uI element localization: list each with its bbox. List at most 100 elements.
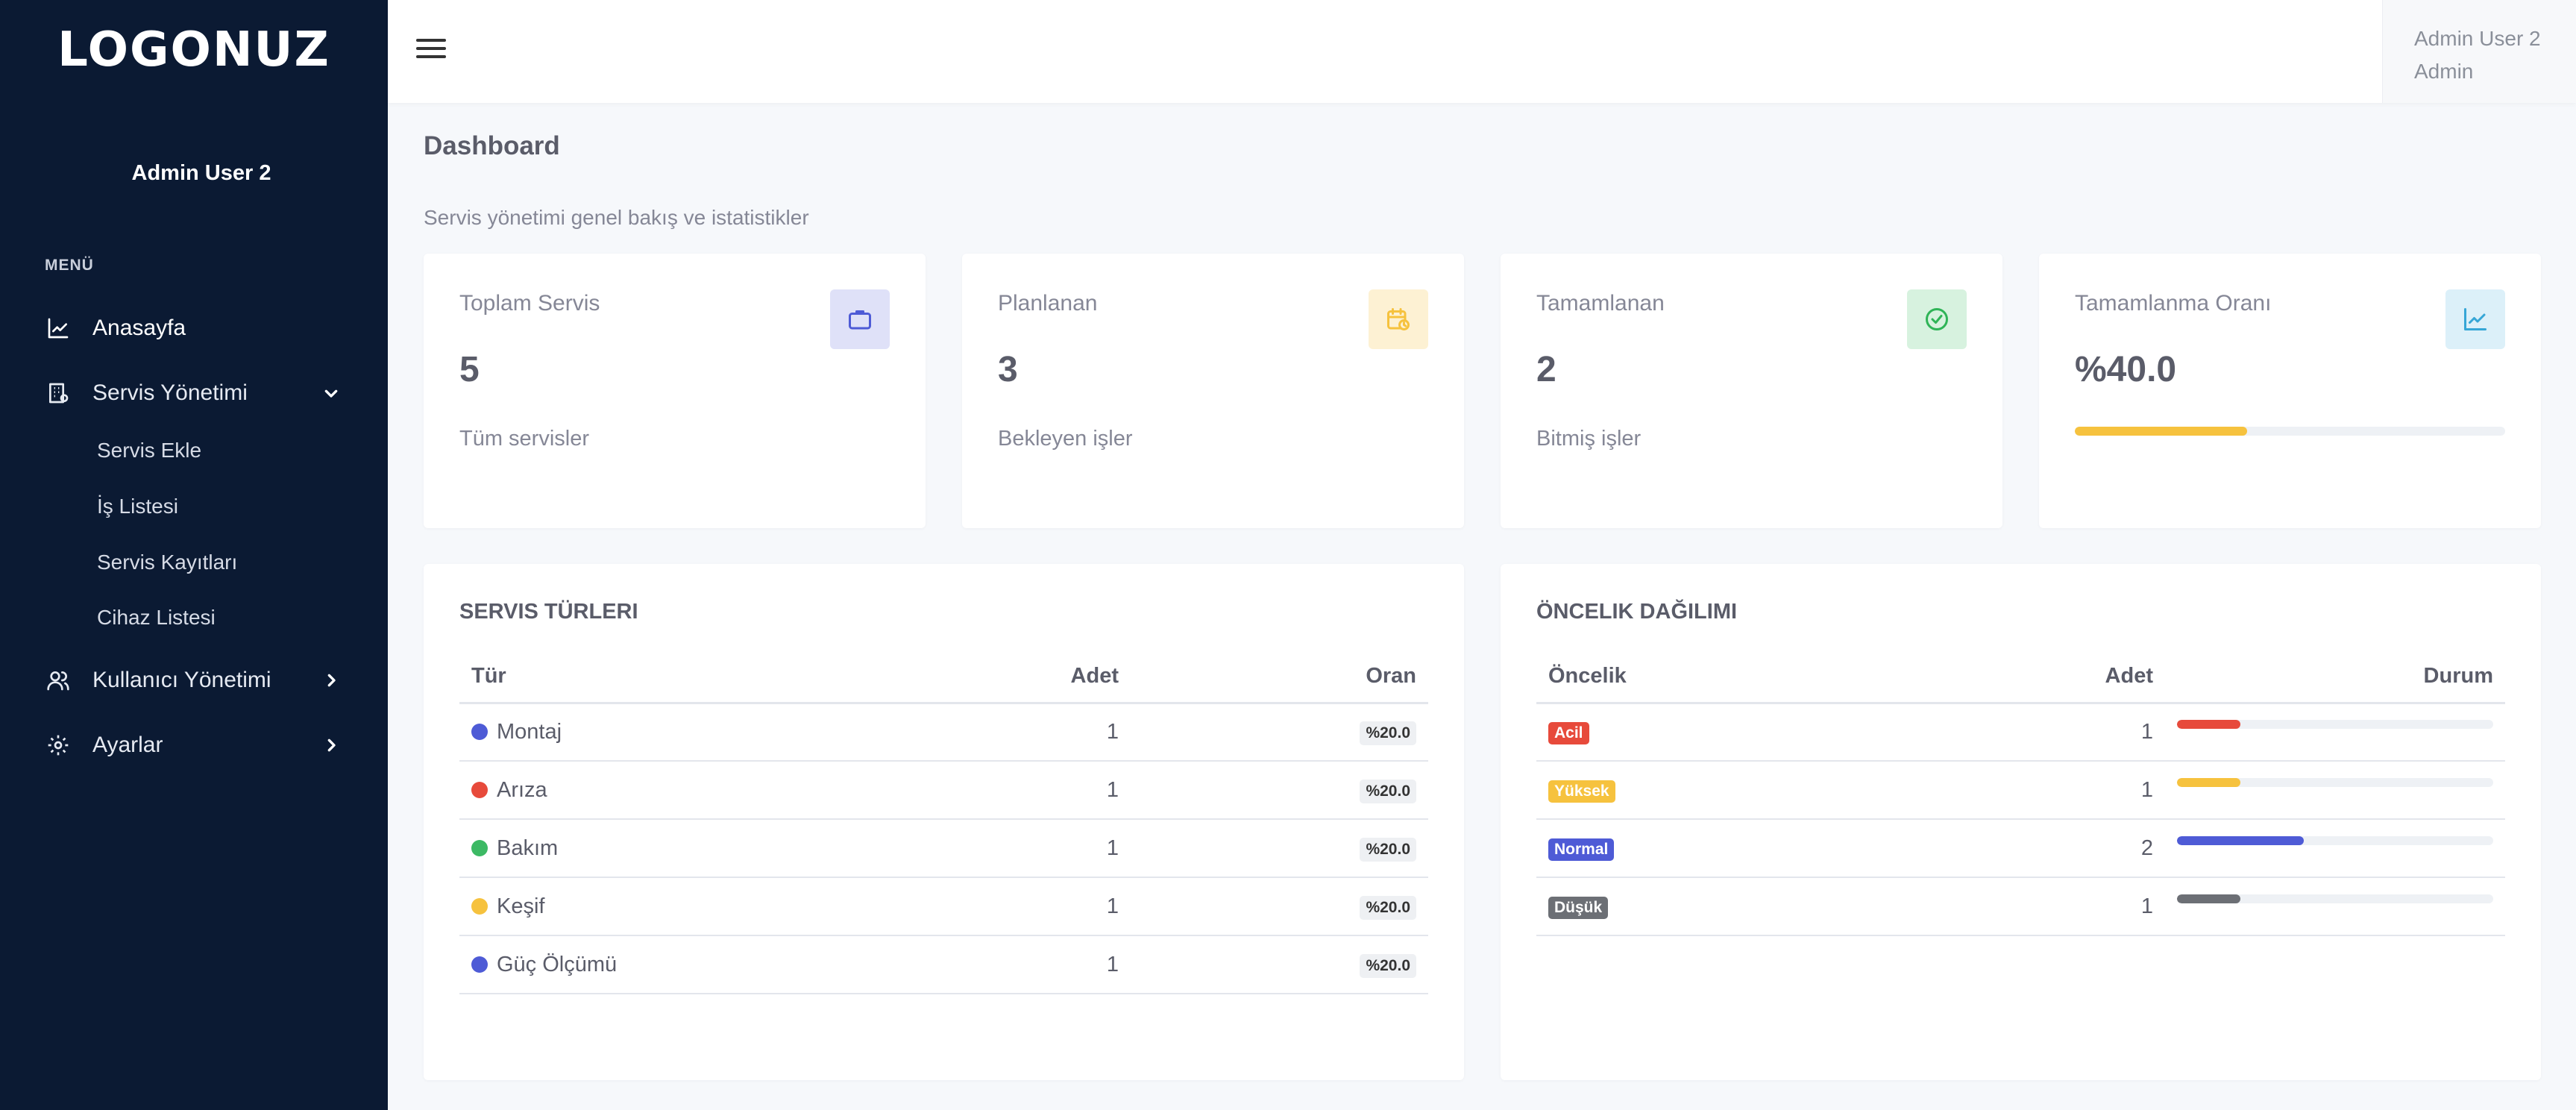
service-type-name: Arıza <box>497 777 547 802</box>
service-type-cell: Güç Ölçümü <box>459 935 907 994</box>
priority-badge: Normal <box>1548 838 1615 861</box>
panel-title: ÖNCELIK DAĞILIMI <box>1536 600 1738 624</box>
sidebar-subitem-is-listesi[interactable]: İş Listesi <box>97 495 178 518</box>
briefcase-icon <box>830 289 890 349</box>
sidebar-item-label: Anasayfa <box>92 316 186 340</box>
sidebar-item-label: Ayarlar <box>92 733 163 757</box>
priority-progress-fill <box>2177 778 2240 787</box>
completion-progress-bar <box>2075 427 2505 436</box>
service-type-ratio-cell: %20.0 <box>1131 877 1428 936</box>
service-type-name: Bakım <box>497 835 559 860</box>
sidebar: LOGONUZ Admin User 2 MENÜ Anasayfa Servi… <box>0 0 388 1110</box>
chart-line-icon <box>2445 289 2505 349</box>
ratio-badge: %20.0 <box>1360 837 1416 862</box>
table-row: Yüksek 1 <box>1536 761 2505 820</box>
sidebar-item-anasayfa[interactable]: Anasayfa <box>45 306 343 351</box>
service-type-count: 1 <box>907 761 1131 820</box>
service-type-cell: Keşif <box>459 877 907 936</box>
service-type-ratio-cell: %20.0 <box>1131 935 1428 994</box>
stat-card-tamamlanan: Tamamlanan 2 Bitmiş işler <box>1501 254 2002 528</box>
service-type-name: Montaj <box>497 719 562 744</box>
color-dot <box>471 723 488 740</box>
stat-footer: Bitmiş işler <box>1536 427 1642 451</box>
service-types-panel: SERVIS TÜRLERI Tür Adet Oran Montaj 1 %20.… <box>424 564 1464 1080</box>
service-type-cell: Bakım <box>459 819 907 878</box>
building-icon <box>45 380 72 407</box>
stat-value: %40.0 <box>2075 350 2177 389</box>
priority-panel: ÖNCELIK DAĞILIMI Öncelik Adet Durum Acil… <box>1501 564 2541 1080</box>
table-header-row: Tür Adet Oran <box>459 650 1428 704</box>
priority-status-cell <box>2164 761 2505 820</box>
sidebar-item-ayarlar[interactable]: Ayarlar <box>45 723 343 768</box>
table-row: Normal 2 <box>1536 819 2505 878</box>
priority-badge: Düşük <box>1548 897 1609 919</box>
chevron-down-icon <box>324 389 338 398</box>
user-menu[interactable]: Admin User 2 Admin <box>2382 0 2576 103</box>
priority-count: 2 <box>1974 819 2165 878</box>
service-type-name: Keşif <box>497 894 545 918</box>
chart-line-icon <box>45 315 72 342</box>
completion-progress-fill <box>2075 427 2247 436</box>
service-type-count: 1 <box>907 935 1131 994</box>
stat-label: Tamamlanan <box>1536 291 1665 316</box>
table-header-row: Öncelik Adet Durum <box>1536 650 2505 704</box>
chevron-right-icon <box>327 739 336 752</box>
check-circle-icon <box>1907 289 1967 349</box>
logo[interactable]: LOGONUZ <box>0 22 388 78</box>
priority-count: 1 <box>1974 761 2165 820</box>
color-dot <box>471 781 488 798</box>
priority-progress-bar <box>2177 836 2493 845</box>
stat-card-planlanan: Planlanan 3 Bekleyen işler <box>962 254 1464 528</box>
priority-progress-fill <box>2177 894 2240 903</box>
stat-card-tamamlanma-orani: Tamamlanma Oranı %40.0 <box>2039 254 2541 528</box>
stat-label: Toplam Servis <box>459 291 600 316</box>
column-header-oncelik: Öncelik <box>1536 650 1975 704</box>
service-type-ratio-cell: %20.0 <box>1131 761 1428 820</box>
calendar-clock-icon <box>1369 289 1428 349</box>
priority-status-cell <box>2164 819 2505 878</box>
table-row: Bakım 1 %20.0 <box>459 819 1428 878</box>
column-header-adet: Adet <box>1974 650 2165 704</box>
column-header-durum: Durum <box>2164 650 2505 704</box>
color-dot <box>471 897 488 915</box>
sidebar-item-kullanici-yonetimi[interactable]: Kullanıcı Yönetimi <box>45 658 343 703</box>
service-type-count: 1 <box>907 703 1131 762</box>
table-row: Montaj 1 %20.0 <box>459 703 1428 762</box>
sidebar-item-label: Kullanıcı Yönetimi <box>92 668 271 692</box>
column-header-oran: Oran <box>1131 650 1428 704</box>
priority-progress-bar <box>2177 894 2493 903</box>
priority-progress-bar <box>2177 720 2493 730</box>
topbar-user-name: Admin User 2 <box>2414 27 2541 50</box>
priority-badge: Acil <box>1548 722 1589 745</box>
page-title: Dashboard <box>424 131 560 160</box>
stat-value: 3 <box>998 350 1018 389</box>
table-row: Düşük 1 <box>1536 877 2505 936</box>
gear-icon <box>45 732 72 759</box>
ratio-badge: %20.0 <box>1360 721 1416 745</box>
sidebar-item-servis-yonetimi[interactable]: Servis Yönetimi <box>45 371 343 416</box>
stat-value: 2 <box>1536 350 1556 389</box>
color-dot <box>471 956 488 973</box>
sidebar-section-label: MENÜ <box>45 257 94 274</box>
priority-cell: Normal <box>1536 819 1975 878</box>
chevron-right-icon <box>327 674 336 687</box>
service-type-cell: Arıza <box>459 761 907 820</box>
stat-value: 5 <box>459 350 480 389</box>
sidebar-subitem-cihaz-listesi[interactable]: Cihaz Listesi <box>97 606 216 630</box>
priority-status-cell <box>2164 877 2505 936</box>
sidebar-subitem-servis-ekle[interactable]: Servis Ekle <box>97 439 201 462</box>
priority-progress-fill <box>2177 720 2240 730</box>
topbar-user-role: Admin <box>2414 60 2474 83</box>
service-type-name: Güç Ölçümü <box>497 952 618 976</box>
priority-count: 1 <box>1974 703 2165 762</box>
column-header-adet: Adet <box>907 650 1131 704</box>
priority-cell: Düşük <box>1536 877 1975 936</box>
sidebar-item-label: Servis Yönetimi <box>92 380 248 405</box>
users-icon <box>45 667 72 694</box>
hamburger-menu-icon[interactable] <box>416 39 446 64</box>
stat-label: Planlanan <box>998 291 1098 316</box>
priority-badge: Yüksek <box>1548 780 1615 803</box>
ratio-badge: %20.0 <box>1360 779 1416 803</box>
sidebar-subitem-servis-kayitlari[interactable]: Servis Kayıtları <box>97 551 237 574</box>
table-row: Acil 1 <box>1536 703 2505 762</box>
